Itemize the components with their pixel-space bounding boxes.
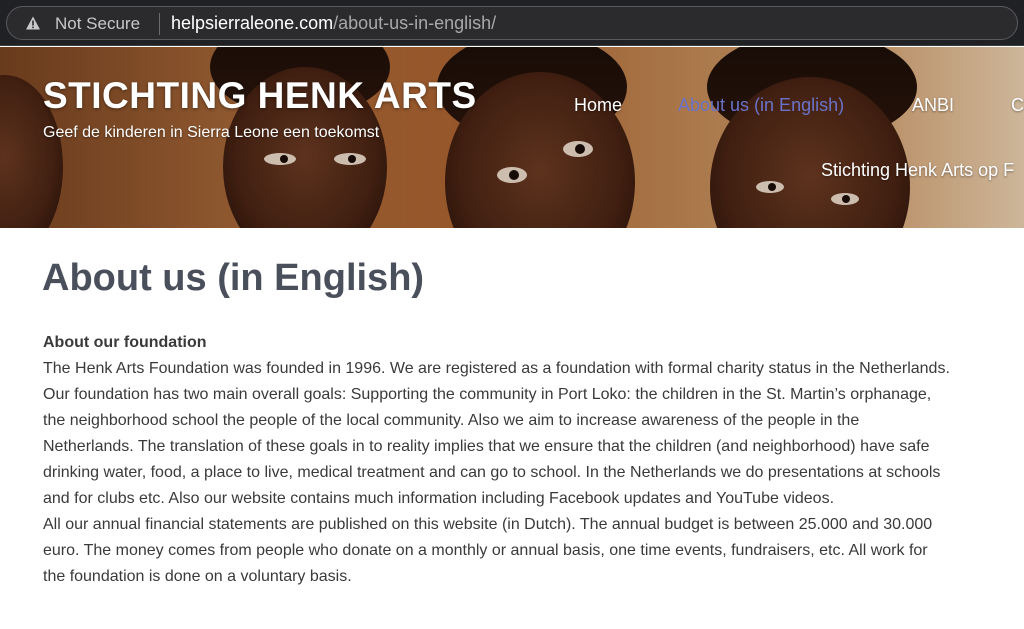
- article-content: About our foundation The Henk Arts Found…: [43, 330, 1013, 590]
- url-host: helpsierraleone.com: [171, 13, 334, 33]
- nav-about-us-english[interactable]: About us (in English): [678, 95, 844, 116]
- page-title: About us (in English): [42, 257, 425, 299]
- site-tagline: Geef de kinderen in Sierra Leone een toe…: [43, 124, 380, 141]
- url-text[interactable]: helpsierraleone.com/about-us-in-english/: [171, 13, 496, 34]
- paragraph-line: the foundation is done on a voluntary ba…: [43, 568, 352, 585]
- paragraph-line: euro. The money comes from people who do…: [43, 542, 928, 559]
- paragraph-line: drinking water, food, a place to live, m…: [43, 464, 941, 481]
- section-heading: About our foundation: [43, 334, 207, 351]
- security-status-label[interactable]: Not Secure: [55, 14, 140, 34]
- nav-stichting-facebook[interactable]: Stichting Henk Arts op F: [821, 160, 1014, 181]
- site-header: STICHTING HENK ARTS Geef de kinderen in …: [0, 47, 1024, 228]
- site-title[interactable]: STICHTING HENK ARTS: [43, 75, 477, 117]
- warning-triangle-icon[interactable]: [25, 15, 41, 31]
- nav-home[interactable]: Home: [574, 95, 622, 116]
- paragraph-line: The Henk Arts Foundation was founded in …: [43, 360, 950, 377]
- url-path: /about-us-in-english/: [333, 13, 497, 33]
- paragraph-line: All our annual financial statements are …: [43, 516, 933, 533]
- paragraph-line: Our foundation has two main overall goal…: [43, 386, 932, 403]
- nav-anbi[interactable]: ANBI: [912, 95, 954, 116]
- address-bar[interactable]: Not Secure helpsierraleone.com/about-us-…: [6, 6, 1018, 40]
- paragraph-line: and for clubs etc. Also our website cont…: [43, 490, 835, 507]
- browser-toolbar: Not Secure helpsierraleone.com/about-us-…: [0, 0, 1024, 46]
- nav-item-truncated[interactable]: C: [1011, 95, 1024, 116]
- paragraph-line: Netherlands. The translation of these go…: [43, 438, 930, 455]
- address-separator: [159, 13, 160, 35]
- paragraph-line: the neighborhood school the people of th…: [43, 412, 860, 429]
